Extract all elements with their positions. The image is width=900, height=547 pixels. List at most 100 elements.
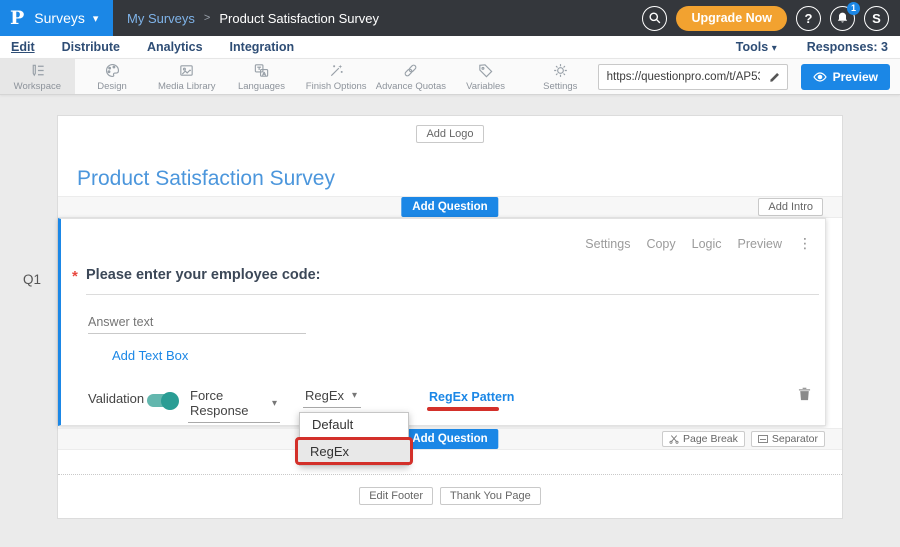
question-block-q1: Q1 Settings Copy Logic Preview ⋮ * Pleas… bbox=[58, 218, 826, 426]
dropdown-option-regex[interactable]: RegEx bbox=[295, 437, 413, 465]
search-button[interactable] bbox=[642, 6, 667, 31]
palette-icon bbox=[104, 62, 121, 79]
breadcrumb-my-surveys[interactable]: My Surveys bbox=[127, 11, 195, 26]
regex-label: RegEx bbox=[305, 388, 344, 403]
nav-right: Tools ▾ Responses: 3 bbox=[736, 40, 900, 54]
more-options-icon[interactable]: ⋮ bbox=[798, 235, 812, 252]
question-menu: Settings Copy Logic Preview ⋮ bbox=[585, 235, 812, 252]
toolbar-item-finish-options[interactable]: Finish Options bbox=[299, 59, 374, 94]
breadcrumb-current-survey: Product Satisfaction Survey bbox=[219, 11, 379, 26]
toolbar-item-label: Media Library bbox=[158, 81, 216, 92]
footer-dotted-separator bbox=[58, 474, 842, 475]
survey-nav: Edit Distribute Analytics Integration To… bbox=[0, 36, 900, 58]
search-icon bbox=[648, 11, 662, 25]
pencil-icon bbox=[769, 71, 781, 83]
toolbar-item-workspace[interactable]: Workspace bbox=[0, 59, 75, 94]
annotation-underline bbox=[427, 407, 499, 411]
toolbar-item-advance-quotas[interactable]: Advance Quotas bbox=[374, 59, 449, 94]
tools-label: Tools bbox=[736, 40, 768, 54]
tools-menu[interactable]: Tools ▾ bbox=[736, 40, 777, 54]
force-response-label: Force Response bbox=[190, 388, 264, 418]
question-copy-link[interactable]: Copy bbox=[646, 237, 675, 251]
toggle-knob bbox=[161, 392, 179, 410]
add-question-strip-top: Add Question Add Intro bbox=[58, 196, 842, 218]
answer-text-input[interactable] bbox=[88, 311, 306, 334]
required-asterisk: * bbox=[72, 268, 78, 285]
workspace-toolbar: Workspace Design Media Library Languages bbox=[0, 58, 900, 95]
nav-tabs: Edit Distribute Analytics Integration bbox=[0, 40, 294, 54]
regex-pattern-link[interactable]: RegEx Pattern bbox=[429, 390, 514, 404]
toolbar-item-variables[interactable]: Variables bbox=[448, 59, 523, 94]
add-intro-button[interactable]: Add Intro bbox=[758, 198, 823, 216]
survey-url-input[interactable] bbox=[599, 71, 763, 83]
magic-wand-icon bbox=[328, 62, 345, 79]
question-preview-link[interactable]: Preview bbox=[738, 237, 782, 251]
surveys-product-menu[interactable]: P Surveys ▾ bbox=[0, 0, 113, 36]
breadcrumb: My Surveys > Product Satisfaction Survey bbox=[127, 11, 379, 26]
separator-button[interactable]: Separator bbox=[751, 431, 825, 447]
add-logo-button[interactable]: Add Logo bbox=[416, 125, 483, 143]
survey-title: Product Satisfaction Survey bbox=[77, 167, 842, 191]
dropdown-option-default[interactable]: Default bbox=[300, 413, 408, 436]
scissors-icon bbox=[669, 434, 679, 444]
toolbar-item-label: Workspace bbox=[14, 81, 61, 92]
toolbar-item-languages[interactable]: Languages bbox=[224, 59, 299, 94]
toolbar-item-label: Settings bbox=[543, 81, 577, 92]
force-response-dropdown[interactable]: Force Response ▾ bbox=[188, 388, 280, 423]
question-logic-link[interactable]: Logic bbox=[692, 237, 722, 251]
survey-editor-card: Add Logo Product Satisfaction Survey Add… bbox=[57, 115, 843, 519]
product-menu-label: Surveys bbox=[34, 10, 85, 26]
question-settings-link[interactable]: Settings bbox=[585, 237, 630, 251]
thank-you-page-button[interactable]: Thank You Page bbox=[440, 487, 541, 505]
edit-footer-button[interactable]: Edit Footer bbox=[359, 487, 433, 505]
delete-question-button[interactable] bbox=[798, 386, 811, 401]
toolbar-item-media-library[interactable]: Media Library bbox=[149, 59, 224, 94]
survey-url-field-wrap bbox=[598, 64, 788, 90]
top-bar: P Surveys ▾ My Surveys > Product Satisfa… bbox=[0, 0, 900, 36]
question-text-underline bbox=[86, 294, 819, 295]
tab-analytics[interactable]: Analytics bbox=[147, 40, 203, 54]
separator-label: Separator bbox=[772, 433, 818, 445]
tab-distribute[interactable]: Distribute bbox=[62, 40, 120, 54]
add-question-button-top[interactable]: Add Question bbox=[401, 197, 498, 217]
toolbar-item-label: Advance Quotas bbox=[376, 81, 446, 92]
chevron-down-icon: ▾ bbox=[93, 12, 99, 25]
questionpro-logo: P bbox=[10, 7, 24, 29]
tag-icon bbox=[477, 62, 494, 79]
preview-button[interactable]: Preview bbox=[801, 64, 890, 90]
tab-integration[interactable]: Integration bbox=[230, 40, 295, 54]
breadcrumb-separator-icon: > bbox=[204, 12, 210, 24]
notification-badge: 1 bbox=[847, 2, 860, 15]
translate-icon bbox=[253, 62, 270, 79]
question-text[interactable]: Please enter your employee code: bbox=[86, 267, 321, 283]
help-button[interactable]: ? bbox=[796, 6, 821, 31]
image-icon bbox=[178, 62, 195, 79]
gear-icon bbox=[552, 62, 569, 79]
chevron-down-icon: ▾ bbox=[772, 43, 777, 54]
toolbar-item-label: Languages bbox=[238, 81, 285, 92]
validation-toggle[interactable] bbox=[147, 394, 177, 407]
notifications-button[interactable]: 1 bbox=[830, 6, 855, 31]
toolbar-item-label: Variables bbox=[466, 81, 505, 92]
avatar-initial: S bbox=[872, 11, 881, 26]
toolbar-right: Preview bbox=[598, 59, 900, 94]
chevron-down-icon: ▾ bbox=[272, 398, 277, 409]
add-text-box-link[interactable]: Add Text Box bbox=[112, 348, 188, 363]
responses-count[interactable]: Responses: 3 bbox=[807, 40, 888, 54]
upgrade-now-button[interactable]: Upgrade Now bbox=[676, 6, 787, 31]
toolbar-item-settings[interactable]: Settings bbox=[523, 59, 598, 94]
topbar-actions: Upgrade Now ? 1 S bbox=[642, 6, 900, 31]
question-mark-icon: ? bbox=[805, 11, 813, 26]
tab-edit[interactable]: Edit bbox=[11, 40, 35, 54]
bell-icon bbox=[836, 11, 849, 25]
regex-dropdown-menu: Default RegEx bbox=[299, 412, 409, 466]
preview-label: Preview bbox=[833, 70, 878, 84]
page-break-button[interactable]: Page Break bbox=[662, 431, 745, 447]
edit-url-button[interactable] bbox=[763, 65, 787, 89]
regex-dropdown[interactable]: RegEx ▾ bbox=[303, 388, 361, 408]
question-number: Q1 bbox=[23, 272, 41, 287]
account-avatar[interactable]: S bbox=[864, 6, 889, 31]
add-question-button-bottom[interactable]: Add Question bbox=[401, 429, 498, 449]
toolbar-item-design[interactable]: Design bbox=[75, 59, 150, 94]
toolbar-item-label: Design bbox=[97, 81, 127, 92]
